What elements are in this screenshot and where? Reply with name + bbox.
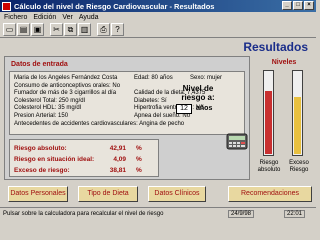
thermometer-riesgo-absoluto [263, 70, 274, 156]
maximize-button[interactable]: □ [293, 1, 303, 10]
minimize-button[interactable]: _ [282, 1, 292, 10]
riesgo-absoluto-row: Riesgo absoluto: 42,91 % [14, 145, 142, 152]
open-icon[interactable]: ▤ [17, 23, 30, 36]
status-bar: Pulsar sobre la calculadora para recalcu… [0, 207, 316, 221]
copy-icon[interactable]: ⧉ [64, 23, 77, 36]
paste-icon[interactable]: ▥ [78, 23, 91, 36]
field-hipertrofia: Hipertrofia ventr. izda.: No [134, 105, 204, 112]
help-icon[interactable]: ? [111, 23, 124, 36]
datos-personales-button[interactable]: Datos Personales [8, 186, 68, 202]
patient-age: Edad: 80 años [134, 75, 173, 81]
menu-bar: Fichero Edición Ver Ayuda [0, 12, 316, 22]
riesgo-box: Riesgo absoluto: 42,91 % Riesgo en situa… [9, 139, 159, 177]
thermometer-right-label: Exceso Riesgo [289, 160, 309, 173]
bottom-buttons: Datos Personales Tipo de Dieta Datos Clí… [0, 180, 316, 206]
recomendaciones-button[interactable]: Recomendaciones [228, 186, 312, 202]
status-date: 24/9/98 [228, 210, 255, 218]
riesgo-absoluto-label: Riesgo absoluto: [14, 145, 67, 152]
thermometer-left-fill [265, 91, 272, 154]
riesgo-ideal-value: 4,09 [113, 156, 126, 163]
field-colesterol-hdl: Colesterol HDL: 35 mg/dl [14, 105, 82, 112]
window-title: Cálculo del nivel de Riesgo Cardiovascul… [14, 1, 215, 11]
print-icon[interactable]: ⎙ [97, 23, 110, 36]
thermometer-exceso-riesgo [292, 70, 303, 156]
field-diabetes: Diabetes: Sí [134, 97, 167, 104]
datos-title: Datos de entrada [11, 61, 68, 68]
datos-panel: Datos de entrada Maria de los Angeles Fe… [4, 56, 250, 180]
menu-fichero[interactable]: Fichero [4, 14, 27, 21]
status-message: Pulsar sobre la calculadora para recalcu… [3, 211, 164, 217]
thermometer-left-label: Riesgo absoluto [257, 160, 281, 173]
app-icon [2, 1, 11, 11]
field-colesterol-total: Colesterol Total: 250 mg/dl [14, 97, 85, 104]
riesgo-absoluto-unit: % [136, 145, 142, 152]
menu-edicion[interactable]: Edición [33, 14, 56, 21]
tipo-dieta-button[interactable]: Tipo de Dieta [78, 186, 138, 202]
field-antecedentes: Antecedentes de accidentes cardiovascula… [14, 120, 185, 127]
riesgo-ideal-unit: % [136, 156, 142, 163]
cut-icon[interactable]: ✂ [50, 23, 63, 36]
riesgo-exceso-label: Exceso de riesgo: [14, 167, 70, 174]
thermometer-right-fill [294, 96, 301, 154]
nivel-years-unit: años [196, 105, 213, 112]
niveles-title: Niveles [271, 59, 297, 66]
menu-ayuda[interactable]: Ayuda [79, 14, 99, 21]
riesgo-ideal-label: Riesgo en situación ideal: [14, 156, 95, 163]
save-icon[interactable]: ▣ [31, 23, 44, 36]
niveles-panel: Niveles Riesgo absoluto Exceso Riesgo [254, 56, 314, 180]
datos-clinicos-button[interactable]: Datos Clínicos [148, 186, 206, 202]
nivel-years-input[interactable]: 12 [176, 104, 192, 114]
field-fumador: Fumador de más de 3 cigarrillos al día [14, 90, 117, 97]
riesgo-exceso-unit: % [136, 167, 142, 174]
field-anticonceptivos: Consumo de anticonceptivos orales: No [14, 82, 121, 89]
close-button[interactable]: × [304, 1, 314, 10]
results-header: Resultados [0, 38, 316, 56]
field-apnea: Apnea del sueño: No [134, 112, 191, 119]
riesgo-exceso-value: 38,81 [109, 167, 126, 174]
nivel-label: Nivel de riesgo a: [181, 84, 215, 102]
window-titlebar: Cálculo del nivel de Riesgo Cardiovascul… [0, 0, 316, 12]
calculator-icon[interactable] [226, 132, 248, 150]
new-icon[interactable]: ▭ [3, 23, 16, 36]
patient-name: Maria de los Angeles Fernández Costa [14, 75, 118, 81]
field-presion: Presion Arterial: 150 [14, 112, 69, 119]
status-time: 22:01 [284, 210, 306, 218]
patient-sex: Sexo: mujer [190, 75, 223, 81]
riesgo-absoluto-value: 42,91 [109, 145, 126, 152]
toolbar: ▭ ▤ ▣ ✂ ⧉ ▥ ⎙ ? [0, 22, 316, 38]
menu-ver[interactable]: Ver [62, 14, 73, 21]
riesgo-ideal-row: Riesgo en situación ideal: 4,09 % [14, 156, 142, 163]
riesgo-exceso-row: Exceso de riesgo: 38,81 % [14, 167, 142, 174]
datos-box: Maria de los Angeles Fernández Costa Eda… [9, 71, 245, 135]
page-title: Resultados [243, 40, 308, 54]
